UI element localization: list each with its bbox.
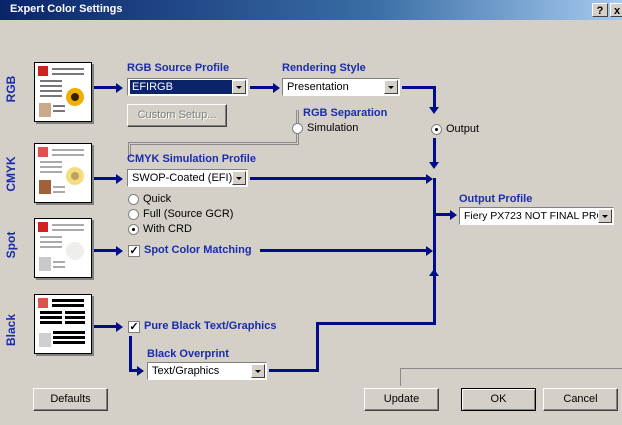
side-label-spot: Spot [4,231,18,259]
flow-arrow [273,83,280,93]
expert-color-settings-dialog: Expert Color Settings ? x RGB CMYK Spot … [0,0,622,425]
output-radio-label: Output [446,123,480,135]
separation-line [128,142,297,143]
flow-arrow [426,246,433,256]
ok-button[interactable]: OK [461,388,536,411]
full-source-gcr-radio[interactable] [128,209,139,220]
flow-line [433,178,436,273]
flow-arrow [116,322,123,332]
rendering-style-value: Presentation [287,81,349,93]
update-button[interactable]: Update [364,388,439,411]
with-crd-radio-label: With CRD [143,223,192,235]
flow-line [260,249,426,252]
cancel-button[interactable]: Cancel [543,388,618,411]
flow-line [269,369,319,372]
defaults-button[interactable]: Defaults [33,388,108,411]
pure-black-label: Pure Black Text/Graphics [144,320,277,332]
spot-color-matching-checkbox[interactable]: ✓ [128,245,140,257]
chevron-down-icon[interactable] [384,80,398,94]
cmyk-page-icon [34,143,92,203]
flow-line [250,86,273,89]
quick-radio[interactable] [128,194,139,205]
output-radio[interactable] [431,124,442,135]
rgb-separation-label: RGB Separation [303,107,388,119]
flow-arrow [116,83,123,93]
flow-line [402,86,436,89]
flow-line [316,322,319,372]
dialog-title: Expert Color Settings [10,3,123,15]
flow-line [94,249,116,252]
black-page-icon [34,294,92,354]
output-profile-label: Output Profile [459,193,533,205]
separation-line [400,368,622,369]
chevron-down-icon[interactable] [232,171,246,185]
flow-line [433,138,436,162]
flow-line [250,177,426,180]
spot-page-icon [34,218,92,278]
chevron-down-icon[interactable] [232,80,246,94]
rendering-style-label: Rendering Style [282,62,366,74]
cmyk-simulation-profile-select[interactable]: SWOP-Coated (EFI) [127,169,248,187]
black-overprint-select[interactable]: Text/Graphics [147,362,267,380]
chevron-down-icon[interactable] [598,209,612,223]
side-label-black: Black [4,313,18,347]
with-crd-radio[interactable] [128,224,139,235]
flow-line [94,86,116,89]
rgb-source-profile-label: RGB Source Profile [127,62,230,74]
flow-arrow [429,269,439,276]
spot-color-matching-label: Spot Color Matching [144,244,252,256]
side-label-rgb: RGB [4,75,18,103]
separation-line [130,144,299,145]
help-button[interactable]: ? [592,3,608,17]
flow-arrow [429,107,439,114]
quick-radio-label: Quick [143,193,172,205]
flow-line [433,86,436,107]
flow-line [433,213,451,216]
black-overprint-value: Text/Graphics [152,365,220,377]
chevron-down-icon[interactable] [251,364,265,378]
flow-arrow [116,174,123,184]
flow-arrow [429,162,439,169]
black-overprint-label: Black Overprint [147,348,229,360]
flow-arrow [137,366,144,376]
flow-arrow [116,246,123,256]
flow-arrow [426,174,433,184]
output-profile-value: Fiery PX723 NOT FINAL PRO [464,210,605,222]
flow-line [433,276,436,325]
full-source-gcr-radio-label: Full (Source GCR) [143,208,234,220]
pure-black-checkbox[interactable]: ✓ [128,321,140,333]
custom-setup-button[interactable]: Custom Setup... [127,104,227,127]
separation-line [400,368,401,386]
simulation-radio[interactable] [292,123,303,134]
rgb-source-profile-select[interactable]: EFIRGB [127,78,248,96]
flow-arrow [450,210,457,220]
close-button[interactable]: x [610,3,622,17]
simulation-radio-label: Simulation [307,122,359,134]
cmyk-simulation-profile-label: CMYK Simulation Profile [127,153,256,165]
flow-line [316,322,436,325]
output-profile-select[interactable]: Fiery PX723 NOT FINAL PRO [459,207,614,225]
rgb-page-icon [34,62,92,122]
cmyk-simulation-profile-value: SWOP-Coated (EFI) [132,172,233,184]
flow-line [94,177,116,180]
rendering-style-select[interactable]: Presentation [282,78,400,96]
flow-line [94,325,116,328]
flow-line [129,336,132,371]
rgb-source-profile-value: EFIRGB [130,80,234,94]
title-bar: Expert Color Settings ? x [0,0,622,20]
